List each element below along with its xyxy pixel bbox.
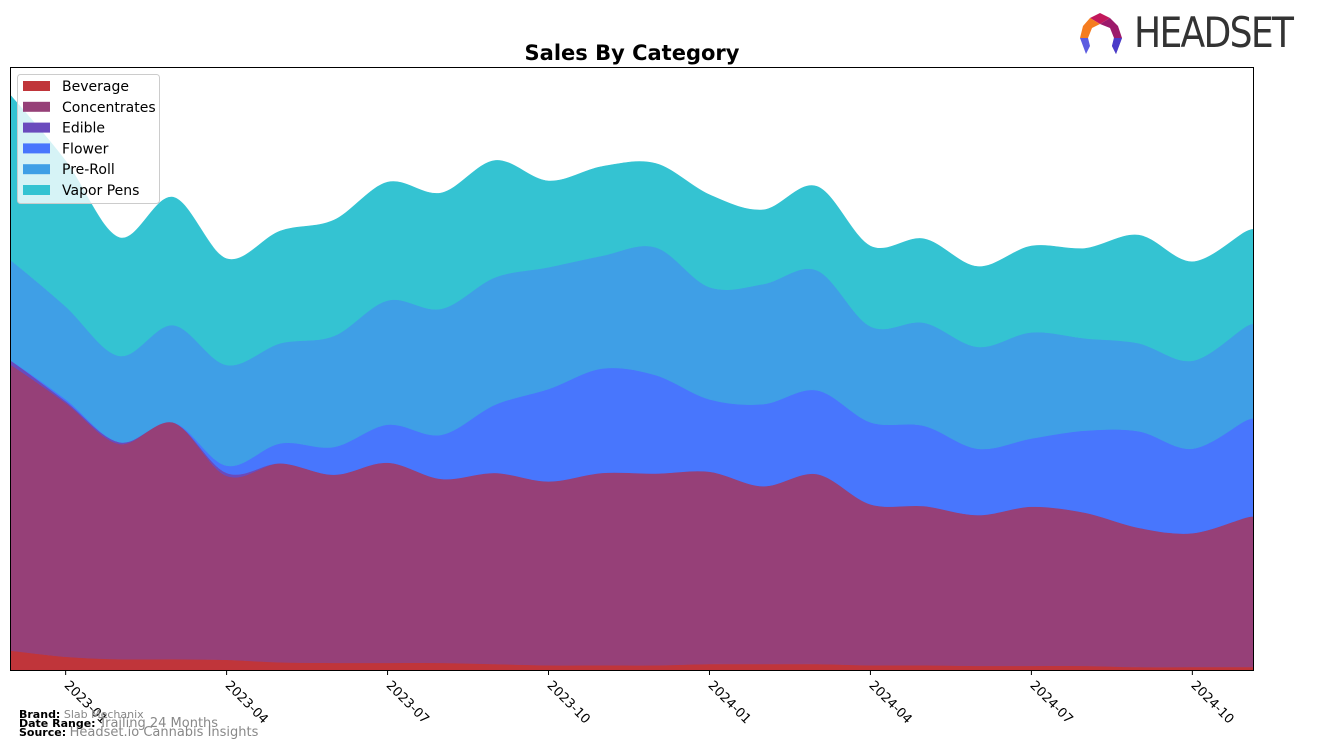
legend-label-edible: Edible: [62, 121, 105, 137]
footer-source: Source: Headset.io Cannabis Insights: [19, 725, 259, 740]
legend-label-beverage: Beverage: [62, 79, 129, 95]
legend-swatch-beverage: [23, 81, 50, 91]
headset-logo-text: HEADSET: [1134, 8, 1294, 57]
x-tick-label: 2024-04: [866, 678, 915, 727]
x-tick-label: 2024-10: [1188, 678, 1237, 727]
legend-label-pre-roll: Pre-Roll: [62, 162, 115, 178]
legend: Beverage Concentrates Edible Flower Pre-Roll…: [17, 74, 160, 204]
x-tick-label: 2023-10: [544, 678, 593, 727]
area-layers: [11, 95, 1253, 670]
headset-logo: HEADSET: [1078, 8, 1308, 62]
footer-source-value: Headset.io Cannabis Insights: [69, 725, 259, 740]
x-tick-label: 2024-01: [705, 678, 754, 727]
legend-label-flower: Flower: [62, 141, 109, 157]
legend-swatch-edible: [23, 122, 50, 133]
chart-title: Sales By Category: [525, 41, 740, 65]
legend-swatch-concentrates: [23, 101, 50, 112]
sales-by-category-chart: Sales By Category 2023-01 2023-04 2023-07 2…: [10, 41, 1254, 727]
legend-label-concentrates: Concentrates: [62, 100, 156, 116]
footer-source-label: Source:: [19, 726, 67, 739]
x-axis: 2023-01 2023-04 2023-07 2023-10 2024-01 2024-…: [61, 670, 1237, 727]
legend-swatch-flower: [23, 143, 50, 154]
x-tick-label: 2024-07: [1027, 678, 1076, 727]
headset-logo-icon: [1080, 13, 1122, 54]
x-tick-label: 2023-07: [383, 678, 432, 727]
legend-label-vapor-pens: Vapor Pens: [62, 183, 139, 199]
x-tick-label: 2023-04: [222, 678, 271, 727]
legend-swatch-pre-roll: [23, 164, 50, 175]
legend-swatch-vapor-pens: [23, 185, 50, 195]
